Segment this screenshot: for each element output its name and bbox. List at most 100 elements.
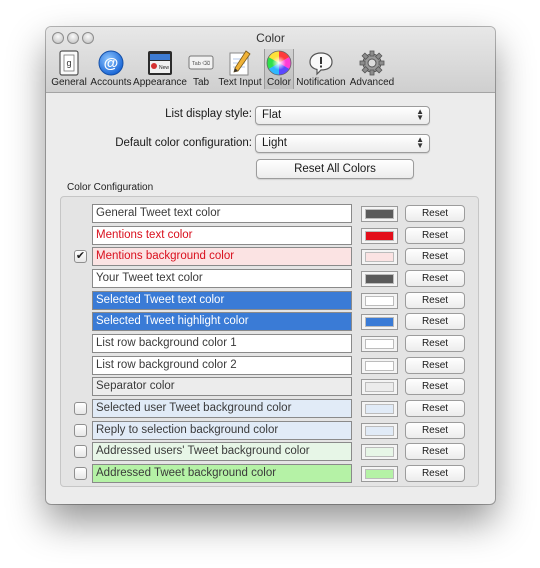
color-config-row: Your Tweet text color Reset <box>61 268 480 289</box>
color-well[interactable] <box>361 379 398 396</box>
color-well[interactable] <box>361 335 398 352</box>
color-preview-field: Selected Tweet highlight color <box>92 312 352 332</box>
tab-color[interactable]: Color <box>264 49 294 89</box>
svg-text:@: @ <box>104 55 119 72</box>
tab-accounts[interactable]: @ Accounts <box>88 49 134 89</box>
color-preview-field: Addressed Tweet background color <box>92 463 352 483</box>
pencil-icon <box>229 50 251 76</box>
reset-all-colors-button[interactable]: Reset All Colors <box>256 159 414 179</box>
reset-button[interactable]: Reset <box>405 291 465 309</box>
tab-accounts-label: Accounts <box>90 77 132 88</box>
list-display-style-popup[interactable]: Flat ▲ ▼ <box>255 106 430 125</box>
reset-button[interactable]: Reset <box>405 205 465 222</box>
default-color-configuration-popup[interactable]: Light ▲ ▼ <box>255 134 430 153</box>
default-color-configuration-label: Default color configuration: <box>115 137 252 149</box>
color-preview-field: Mentions text color <box>92 225 352 245</box>
enable-checkbox[interactable] <box>74 401 87 415</box>
reset-button[interactable]: Reset <box>405 378 465 396</box>
enable-checkbox-checked[interactable]: ✔ <box>74 250 87 264</box>
color-preview-field: Selected user Tweet background color <box>92 398 352 418</box>
color-preview-field: Selected Tweet text color <box>92 290 352 310</box>
color-config-row: ✔ Mentions background color Reset <box>61 246 480 267</box>
list-display-style-label: List display style: <box>165 108 252 120</box>
tab-advanced-label: Advanced <box>349 77 395 88</box>
color-preview-field: Your Tweet text color <box>92 268 352 288</box>
color-well[interactable] <box>361 357 398 374</box>
color-well[interactable] <box>361 465 398 482</box>
color-preview-field: Mentions background color <box>92 247 352 267</box>
toolbar-tabs: g General @ Accounts New Appearance Tab … <box>50 49 396 89</box>
enable-checkbox[interactable] <box>74 466 87 480</box>
reset-button[interactable]: Reset <box>405 356 465 374</box>
tab-icon-glyph: Tab ⌫ <box>192 60 211 67</box>
tab-appearance-label: Appearance <box>133 77 187 88</box>
color-config-row: Separator color Reset <box>61 376 480 397</box>
enable-checkbox[interactable] <box>74 445 87 459</box>
general-icon: g <box>59 50 79 76</box>
reset-button[interactable]: Reset <box>405 443 465 461</box>
reset-button[interactable]: Reset <box>405 334 465 352</box>
color-configuration-label: Color Configuration <box>67 182 154 193</box>
tab-appearance[interactable]: New Appearance <box>133 49 187 89</box>
tab-notification[interactable]: Notification <box>294 49 348 89</box>
color-swatch <box>365 360 394 371</box>
tab-text-input[interactable]: Text Input <box>216 49 264 89</box>
color-well[interactable] <box>361 292 398 309</box>
reset-button[interactable]: Reset <box>405 313 465 331</box>
tab-general[interactable]: g General <box>50 49 88 89</box>
reset-button[interactable]: Reset <box>405 399 465 417</box>
popup-arrows-icon: ▲ ▼ <box>416 135 424 150</box>
color-config-row: General Tweet text color Reset <box>61 203 480 224</box>
tab-advanced[interactable]: Advanced <box>348 49 396 89</box>
list-display-style-value: Flat <box>262 109 282 121</box>
gear-icon <box>359 50 385 76</box>
color-config-row: Addressed Tweet background color Reset <box>61 463 480 484</box>
color-preview-field: List row background color 1 <box>92 333 352 353</box>
reset-button[interactable]: Reset <box>405 421 465 439</box>
color-configuration-group: General Tweet text color Reset Mentions te… <box>60 196 479 487</box>
tab-tab[interactable]: Tab ⌫ Tab <box>186 49 216 89</box>
reset-button[interactable]: Reset <box>405 226 465 244</box>
color-well[interactable] <box>361 270 398 287</box>
color-config-row: List row background color 1 Reset <box>61 333 480 354</box>
color-config-row: Reply to selection background color Reset <box>61 420 480 441</box>
color-well[interactable] <box>361 314 398 331</box>
popup-arrows-icon: ▲ ▼ <box>416 107 424 122</box>
color-preview-field: Addressed users' Tweet background color <box>92 442 352 462</box>
tab-general-label: General <box>51 77 87 88</box>
color-well[interactable] <box>361 227 398 244</box>
tab-tab-label: Tab <box>192 77 210 88</box>
color-swatch <box>365 252 394 263</box>
color-swatch <box>365 209 394 219</box>
color-well[interactable] <box>361 422 398 439</box>
preferences-window: Color g General @ Accounts New Appearanc… <box>46 27 495 504</box>
speech-bubble-icon <box>309 52 333 76</box>
tab-text-input-label: Text Input <box>218 77 262 88</box>
color-well[interactable] <box>361 444 398 461</box>
tab-icon: Tab ⌫ <box>188 55 214 70</box>
color-preview-field: Reply to selection background color <box>92 420 352 440</box>
general-icon-glyph: g <box>66 58 71 68</box>
color-config-row: Mentions text color Reset <box>61 225 480 246</box>
color-well[interactable] <box>361 206 398 222</box>
color-swatch <box>365 468 394 479</box>
reset-button[interactable]: Reset <box>405 269 465 287</box>
reset-button[interactable]: Reset <box>405 248 465 266</box>
color-swatch <box>365 230 394 241</box>
color-config-row: Selected Tweet text color Reset <box>61 290 480 311</box>
reset-button[interactable]: Reset <box>405 464 465 482</box>
color-well[interactable] <box>361 249 398 266</box>
color-preview-field: General Tweet text color <box>92 204 352 223</box>
color-well[interactable] <box>361 400 398 417</box>
tab-color-label: Color <box>267 77 291 88</box>
color-config-row: Selected user Tweet background color Rese… <box>61 398 480 419</box>
color-swatch <box>365 317 394 328</box>
appearance-icon: New <box>148 51 172 75</box>
color-config-row: Addressed users' Tweet background color R… <box>61 441 480 462</box>
enable-checkbox[interactable] <box>74 423 87 437</box>
color-swatch <box>365 338 394 349</box>
color-preview-field: Separator color <box>92 377 352 397</box>
color-preview-field: List row background color 2 <box>92 355 352 375</box>
color-wheel-icon <box>266 50 292 76</box>
color-swatch <box>365 447 394 458</box>
